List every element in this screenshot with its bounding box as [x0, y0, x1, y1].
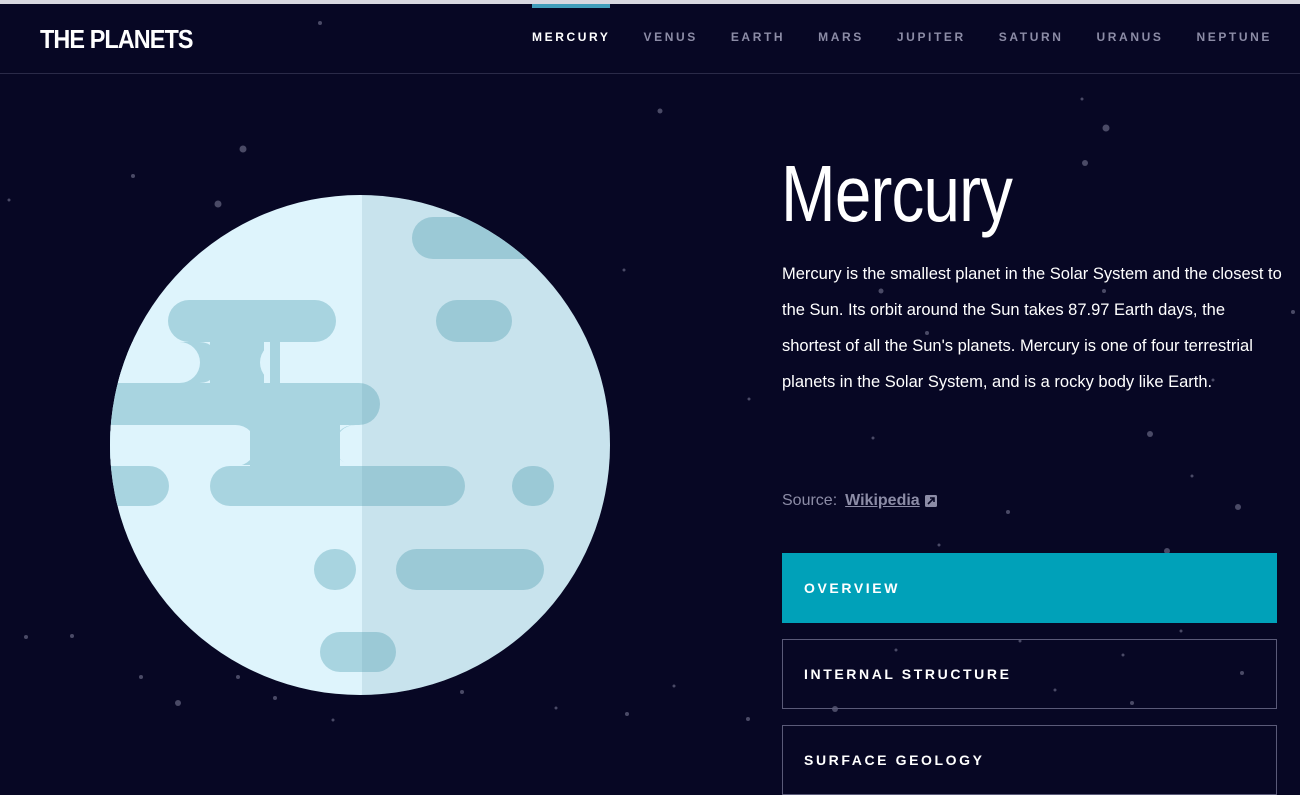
planet-illustration: [110, 195, 610, 695]
nav-item-saturn[interactable]: SATURN: [999, 4, 1064, 73]
site-logo[interactable]: THE PLANETS: [40, 24, 194, 55]
tab-internal-structure[interactable]: INTERNAL STRUCTURE: [782, 639, 1277, 709]
planet-nav: MERCURY VENUS EARTH MARS JUPITER SATURN …: [532, 4, 1272, 73]
site-header: THE PLANETS MERCURY VENUS EARTH MARS JUP…: [0, 4, 1300, 74]
mercury-planet-icon: [110, 195, 610, 695]
tab-overview[interactable]: OVERVIEW: [782, 553, 1277, 623]
tab-surface-geology[interactable]: SURFACE GEOLOGY: [782, 725, 1277, 795]
source-line: Source: Wikipedia: [782, 492, 937, 510]
source-label: Source:: [782, 492, 838, 509]
wikipedia-link[interactable]: Wikipedia: [845, 492, 920, 510]
external-link-icon[interactable]: [924, 495, 937, 507]
nav-item-uranus[interactable]: URANUS: [1097, 4, 1164, 73]
nav-item-jupiter[interactable]: JUPITER: [897, 4, 966, 73]
nav-item-venus[interactable]: VENUS: [643, 4, 697, 73]
nav-item-mercury[interactable]: MERCURY: [532, 4, 611, 73]
nav-item-mars[interactable]: MARS: [818, 4, 864, 73]
planet-title: Mercury: [781, 149, 1013, 238]
planet-description: Mercury is the smallest planet in the So…: [782, 265, 1282, 391]
nav-item-earth[interactable]: EARTH: [731, 4, 785, 73]
nav-item-neptune[interactable]: NEPTUNE: [1196, 4, 1272, 73]
